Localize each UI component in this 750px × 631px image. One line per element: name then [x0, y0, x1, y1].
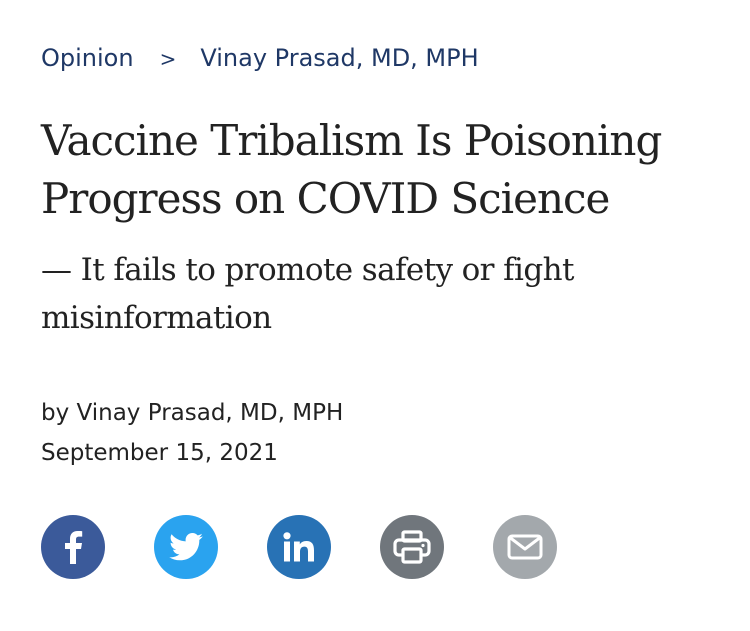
facebook-icon [65, 531, 83, 564]
facebook-share-button[interactable] [41, 515, 105, 579]
email-icon [507, 534, 543, 560]
print-button[interactable] [380, 515, 444, 579]
breadcrumb-author-link[interactable]: Vinay Prasad, MD, MPH [200, 44, 478, 72]
article-subtitle: — It fails to promote safety or fight mi… [41, 252, 574, 336]
twitter-share-button[interactable] [154, 515, 218, 579]
print-icon [393, 530, 431, 564]
linkedin-share-button[interactable] [267, 515, 331, 579]
breadcrumb: Opinion > Vinay Prasad, MD, MPH [41, 41, 479, 76]
article-title: Vaccine Tribalism Is Poisoning Progress … [41, 116, 662, 223]
linkedin-icon [283, 532, 314, 562]
email-share-button[interactable] [493, 515, 557, 579]
article-date: September 15, 2021 [41, 440, 278, 466]
share-bar [41, 515, 601, 579]
breadcrumb-section-link[interactable]: Opinion [41, 44, 134, 72]
breadcrumb-separator: > [159, 47, 177, 71]
article-byline: by Vinay Prasad, MD, MPH [41, 400, 344, 426]
twitter-icon [169, 533, 203, 561]
